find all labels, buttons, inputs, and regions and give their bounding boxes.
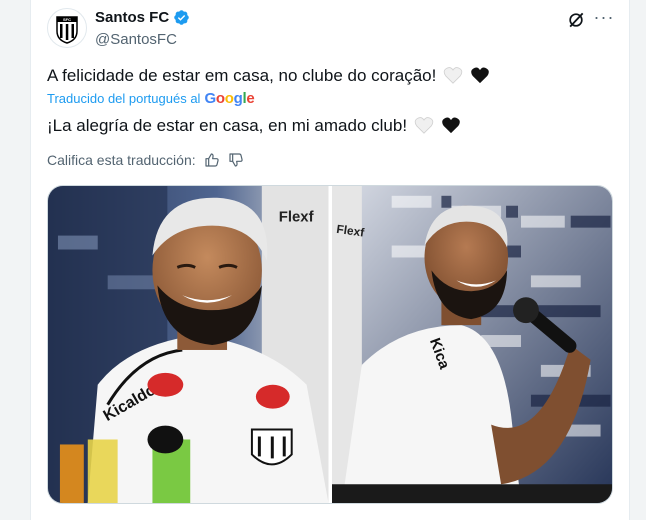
display-name[interactable]: Santos FC (95, 9, 190, 26)
tweet-card: SFC Santos FC @SantosFC ··· A felicidade… (30, 0, 630, 520)
svg-text:SFC: SFC (63, 17, 71, 22)
display-name-text[interactable]: Santos FC (95, 9, 169, 26)
player-smiling-image: Flexf Kicaldo (48, 186, 329, 503)
translated-text: ¡La alegría de estar en casa, en mi amad… (47, 115, 461, 137)
black-heart-icon (441, 117, 460, 134)
grok-icon[interactable] (566, 10, 586, 30)
media-grid: Flexf Kicaldo Flexf Kica (47, 185, 613, 504)
drink-bottle (59, 444, 84, 503)
photo-2[interactable]: Flexf Kica (331, 186, 612, 503)
verified-badge-icon (174, 10, 189, 25)
santos-crest-icon: SFC (56, 16, 78, 44)
sponsor-patch (147, 372, 184, 397)
white-heart-icon (443, 67, 463, 84)
translated-text-content: ¡La alegría de estar en casa, en mi amad… (47, 116, 408, 135)
google-logo: Google (204, 90, 255, 107)
thumbs-down-icon[interactable] (228, 152, 244, 168)
translation-attribution[interactable]: Traducido del portugués al Google (47, 90, 255, 107)
more-options-icon[interactable]: ··· (593, 8, 615, 30)
translated-label: Traducido del portugués al (47, 91, 201, 106)
rate-label: Califica esta traducción: (47, 152, 196, 168)
drink-bottle (87, 439, 118, 503)
avatar[interactable]: SFC (47, 8, 87, 48)
original-text-content: A felicidade de estar em casa, no clube … (47, 66, 437, 85)
original-text: A felicidade de estar em casa, no clube … (47, 65, 490, 87)
sponsor-text: Flexf (279, 209, 314, 226)
white-heart-icon (414, 117, 433, 134)
player-with-microphone-image: Flexf Kica (331, 186, 612, 503)
rate-translation: Califica esta traducción: (47, 152, 244, 168)
sponsor-patch (255, 384, 290, 409)
black-heart-icon (471, 67, 489, 84)
photo-1[interactable]: Flexf Kicaldo (48, 186, 329, 503)
handle[interactable]: @SantosFC (95, 31, 177, 48)
thumbs-up-icon[interactable] (204, 152, 220, 168)
